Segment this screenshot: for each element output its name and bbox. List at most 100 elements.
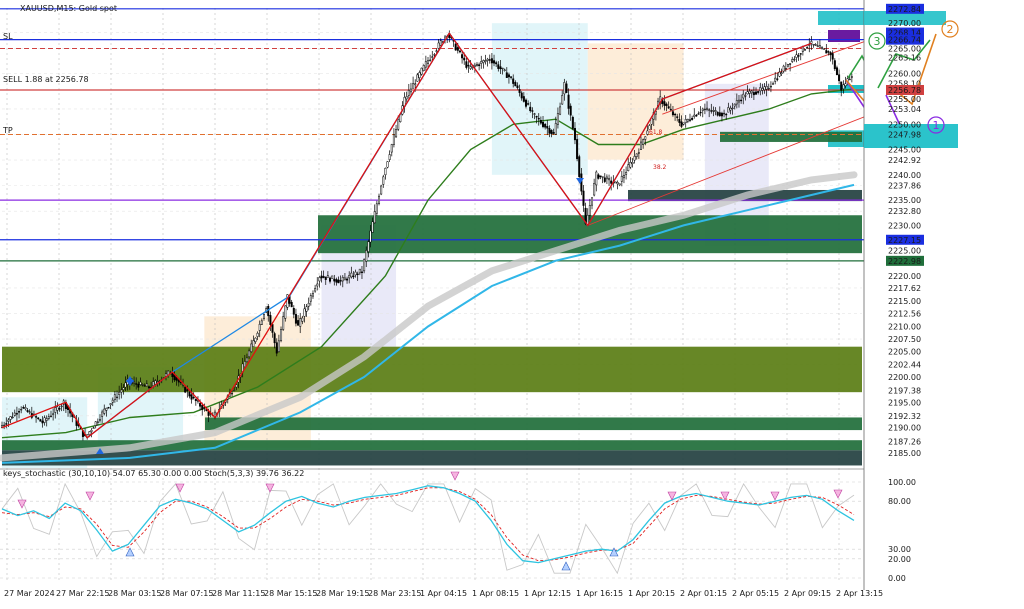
price-tick-label-12: 2247.98 — [888, 130, 921, 139]
candle-body-246 — [524, 99, 527, 107]
candle-body-132 — [282, 316, 285, 330]
candle-body-193 — [412, 83, 415, 89]
candle-body-320 — [682, 122, 685, 125]
fib-label-38-2: 38.2 — [653, 164, 667, 171]
candle-body-311 — [663, 101, 666, 106]
price-tick-label-15: 2240.00 — [888, 171, 921, 180]
candle-body-370 — [789, 63, 792, 65]
candle-body-46 — [98, 419, 101, 421]
candle-body-156 — [333, 278, 336, 282]
time-tick-label-14: 2 Apr 05:15 — [732, 589, 779, 598]
price-tick-label-4: 2265.00 — [888, 44, 921, 53]
stoch-tick-label-3: 20.00 — [888, 555, 911, 564]
candle-body-184 — [392, 134, 395, 145]
candle-body-56 — [120, 389, 123, 393]
candle-body-180 — [384, 167, 387, 176]
candle-body-201 — [429, 59, 432, 62]
candle-body-298 — [635, 153, 638, 157]
candle-body-67 — [143, 385, 146, 387]
price-tick-label-30: 2202.44 — [888, 361, 921, 370]
candle-body-198 — [422, 65, 425, 71]
candle-body-170 — [363, 259, 366, 272]
candle-body-146 — [311, 293, 314, 297]
candle-body-344 — [733, 103, 736, 107]
price-chart[interactable]: 2272.842270.002268.142266.742265.002263.… — [0, 0, 1024, 605]
price-tick-label-21: 2225.00 — [888, 247, 921, 256]
candle-body-332 — [708, 109, 711, 111]
candle-body-276 — [588, 205, 591, 216]
zone-1 — [2, 346, 862, 393]
candle-body-142 — [303, 308, 306, 317]
price-tick-label-14: 2242.92 — [888, 156, 921, 165]
candle-body-158 — [337, 279, 340, 284]
candle-body-325 — [693, 114, 696, 117]
candle-body-199 — [424, 61, 427, 68]
candle-body-185 — [395, 129, 398, 138]
candle-body-297 — [633, 156, 636, 161]
zone-7 — [720, 131, 862, 142]
candle-body-164 — [350, 272, 353, 278]
candle-body-352 — [750, 90, 753, 94]
candle-body-57 — [122, 387, 125, 390]
time-tick-label-10: 1 Apr 12:15 — [524, 589, 571, 598]
price-tick-label-37: 2185.00 — [888, 449, 921, 458]
candle-body-284 — [605, 176, 608, 180]
candle-body-167 — [356, 273, 359, 275]
candle-body-348 — [742, 93, 745, 99]
wave-1-label: 1 — [933, 119, 940, 132]
candle-body-151 — [322, 276, 325, 278]
candle-body-281 — [599, 175, 602, 178]
indicator-title: keys_stochastic (30,10,10) 54.07 65.30 0… — [3, 469, 304, 478]
price-tick-label-1: 2270.00 — [888, 19, 921, 28]
candle-body-256 — [546, 126, 549, 129]
candle-body-266 — [567, 94, 570, 109]
candle-body-147 — [314, 288, 317, 292]
candle-body-296 — [631, 162, 634, 164]
candle-body-69 — [147, 386, 150, 389]
candle-body-71 — [152, 381, 155, 386]
candle-body-11 — [24, 407, 27, 410]
candle-body-178 — [380, 185, 383, 195]
candle-body-203 — [433, 54, 436, 56]
candle-body-119 — [254, 337, 257, 342]
candle-body-255 — [544, 124, 547, 128]
candle-body-173 — [369, 230, 372, 243]
candle-body-399 — [850, 76, 853, 78]
candle-body-347 — [740, 99, 743, 102]
candle-body-26 — [56, 406, 59, 411]
candle-body-341 — [727, 107, 730, 113]
candle-body-28 — [60, 405, 63, 408]
chart-window[interactable]: 2272.84 2270.00 2268.14 2266.74 2265.00 2263.… — [0, 0, 1024, 605]
candle-body-222 — [473, 64, 476, 67]
candle-body-248 — [529, 106, 532, 112]
candle-body-239 — [510, 76, 513, 78]
candle-body-165 — [352, 275, 355, 278]
candle-body-123 — [262, 314, 265, 319]
candle-body-251 — [535, 115, 538, 118]
candle-body-228 — [486, 58, 489, 61]
candle-body-363 — [774, 77, 777, 82]
candle-body-223 — [475, 63, 478, 66]
candle-body-236 — [503, 69, 506, 71]
candle-body-291 — [620, 175, 623, 182]
candle-body-1 — [3, 424, 6, 427]
candle-body-361 — [769, 85, 772, 88]
candle-body-126 — [269, 315, 272, 325]
candle-body-392 — [835, 67, 838, 76]
candle-body-285 — [608, 178, 611, 181]
candle-body-127 — [271, 324, 274, 333]
candle-body-117 — [250, 343, 253, 352]
candle-body-137 — [292, 308, 295, 315]
candle-body-191 — [407, 90, 410, 96]
candle-body-231 — [493, 60, 496, 64]
candle-body-295 — [629, 161, 632, 168]
candle-body-200 — [426, 60, 430, 64]
candle-body-387 — [825, 50, 828, 54]
candle-body-340 — [725, 113, 728, 116]
candle-body-373 — [795, 54, 798, 58]
candle-body-47 — [101, 411, 104, 417]
candle-body-218 — [465, 61, 468, 68]
candle-body-282 — [601, 176, 604, 178]
candle-body-216 — [461, 54, 464, 59]
candle-body-235 — [501, 67, 504, 70]
